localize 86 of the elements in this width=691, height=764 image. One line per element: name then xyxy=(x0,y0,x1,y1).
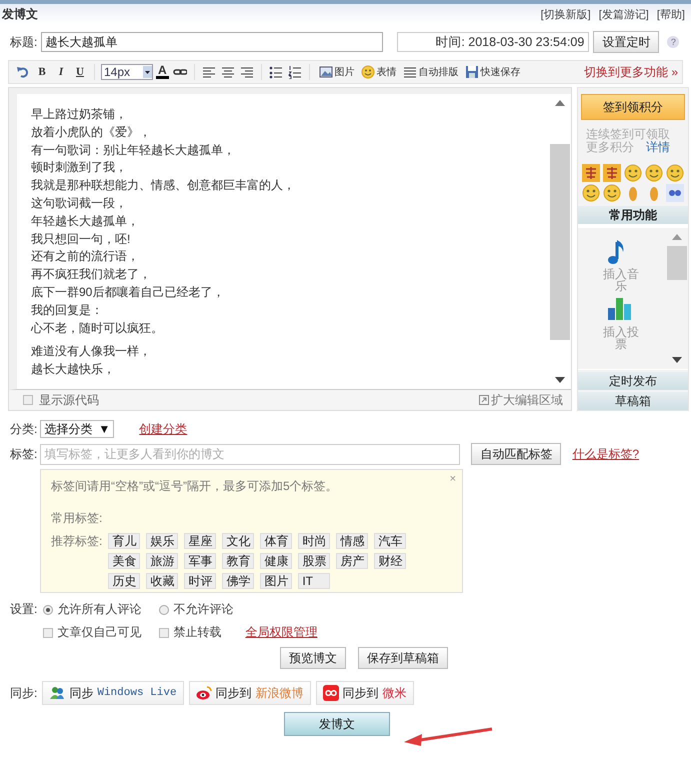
tag-chip[interactable]: IT xyxy=(298,573,330,589)
create-category-link[interactable]: 创建分类 xyxy=(139,420,188,438)
tag-chip[interactable]: 佛学 xyxy=(222,573,254,589)
tag-chip[interactable]: 房产 xyxy=(336,553,368,569)
tag-chip[interactable]: 股票 xyxy=(298,553,330,569)
tags-help-link[interactable]: 什么是标签? xyxy=(572,446,640,462)
tag-chip[interactable]: 图片 xyxy=(260,573,292,589)
sync-button[interactable]: 同步到 新浪微博 xyxy=(188,681,311,705)
permissions-link[interactable]: 全局权限管理 xyxy=(245,624,318,641)
text-color-button[interactable]: A xyxy=(156,65,169,79)
title-input[interactable]: 越长大越孤单 xyxy=(41,32,384,52)
publish-button[interactable]: 发博文 xyxy=(284,712,390,736)
category-select[interactable]: 选择分类 ▼ xyxy=(40,420,114,438)
tag-chip[interactable]: 汽车 xyxy=(374,533,406,549)
tag-chip[interactable]: 教育 xyxy=(222,553,254,569)
checkbox-label: 显示源代码 xyxy=(39,392,99,409)
font-size-select[interactable]: 14px xyxy=(101,64,153,80)
checkbox-label: 禁止转载 xyxy=(173,624,222,641)
tag-chip[interactable]: 时评 xyxy=(184,573,216,589)
tag-chip[interactable]: 娱乐 xyxy=(146,533,178,549)
text-line: 放着小虎队的《爱》， xyxy=(31,124,152,141)
text-line: 年轻越长大越孤单， xyxy=(31,212,140,230)
save-button[interactable]: 快速保存 xyxy=(464,65,521,79)
tags-input[interactable]: 填写标签，让更多人看到你的博文 xyxy=(40,444,460,464)
text-line: 我的回复是： xyxy=(31,302,104,319)
underline-button[interactable]: U xyxy=(72,66,88,78)
sync-button[interactable]: 同步 Windows Live xyxy=(42,681,184,705)
settings-label: 设置: xyxy=(10,601,38,618)
recommended-tags-label: 推荐标签: xyxy=(51,533,102,550)
tag-hint: 标签间请用“空格”或“逗号”隔开，最多可添加5个标签。 xyxy=(51,478,338,495)
text-line: 还有之前的流行语， xyxy=(31,248,140,266)
text-line: 难道没有人像我一样， xyxy=(31,343,152,360)
schedule-button[interactable]: 设置定时 xyxy=(593,31,660,53)
radio-label: 允许所有人评论 xyxy=(57,601,142,618)
image-button[interactable]: 图片 xyxy=(318,65,355,79)
sync-label: 同步: xyxy=(10,684,38,702)
tag-chip[interactable]: 军事 xyxy=(184,553,216,569)
panel-tab[interactable]: 定时发布 xyxy=(578,372,688,390)
action-button[interactable]: 预览博文 xyxy=(280,647,346,669)
text-line: 有一句歌词：别让年轻越长大越孤单， xyxy=(31,142,236,159)
italic-button[interactable]: I xyxy=(53,66,69,78)
tag-chip[interactable]: 星座 xyxy=(184,533,216,549)
details-link[interactable]: 详情 xyxy=(646,140,670,154)
tags-label: 标签: xyxy=(10,446,38,462)
checkin-note: 连续签到可领取更多积分 详情 xyxy=(586,128,671,154)
tag-chip[interactable]: 收藏 xyxy=(146,573,178,589)
text-line: 越长大越快乐， xyxy=(31,361,116,378)
tag-chip[interactable]: 文化 xyxy=(222,533,254,549)
radio-label: 不允许评论 xyxy=(173,601,234,618)
auto-tags-button[interactable]: 自动匹配标签 xyxy=(471,443,562,465)
checkbox-label: 文章仅自己可见 xyxy=(57,624,142,641)
checkin-button[interactable]: 签到领积分 xyxy=(581,94,685,120)
header-link[interactable]: [帮助] xyxy=(656,6,685,22)
bold-button[interactable]: B xyxy=(34,66,50,78)
tag-chip[interactable]: 美食 xyxy=(108,553,140,569)
text-line: 底下一群90后都嚷着自己已经老了， xyxy=(31,284,226,301)
header-link[interactable]: [切换新版] xyxy=(540,6,591,22)
panel-tab[interactable]: 草稿箱 xyxy=(578,392,688,410)
emoji-button[interactable]: 表情 xyxy=(360,65,397,79)
expand-editor-link[interactable]: 扩大编辑区域 xyxy=(479,392,563,409)
tag-chip[interactable]: 财经 xyxy=(374,553,406,569)
action-button[interactable]: 保存到草稿箱 xyxy=(358,647,448,669)
tag-chip[interactable]: 育儿 xyxy=(108,533,140,549)
tag-chip[interactable]: 体育 xyxy=(260,533,292,549)
text-line: 再不疯狂我们就老了， xyxy=(31,266,152,284)
tag-chip[interactable]: 历史 xyxy=(108,573,140,589)
tag-chip[interactable]: 时尚 xyxy=(298,533,330,549)
common-tags-label: 常用标签: xyxy=(51,510,104,527)
sync-button[interactable]: 同步到 微米 xyxy=(316,681,414,705)
text-line: 这句歌词截一段， xyxy=(31,194,128,212)
time-field: 时间: 2018-03-30 23:54:09 xyxy=(397,32,590,52)
text-line: 我只想回一句，呸! xyxy=(31,230,132,248)
page-title: 发博文 xyxy=(2,6,38,22)
category-label: 分类: xyxy=(10,420,38,438)
tag-chip[interactable]: 情感 xyxy=(336,533,368,549)
text-line: 我就是那种联想能力、情感、创意都巨丰富的人， xyxy=(31,177,296,194)
more-features-link[interactable]: 切换到更多功能 » xyxy=(584,64,678,80)
autoformat-button[interactable]: 自动排版 xyxy=(402,65,459,79)
tag-chip[interactable]: 健康 xyxy=(260,553,292,569)
title-label: 标题: xyxy=(10,34,38,50)
section-header: 常用功能 xyxy=(578,206,688,224)
text-line: 心不老，随时可以疯狂。 xyxy=(31,320,164,337)
tag-chip[interactable]: 旅游 xyxy=(146,553,178,569)
header-link[interactable]: [发篇游记] xyxy=(598,6,649,22)
text-line: 顿时刺激到了我， xyxy=(31,159,128,176)
text-line: 早上路过奶茶铺， xyxy=(31,106,128,123)
